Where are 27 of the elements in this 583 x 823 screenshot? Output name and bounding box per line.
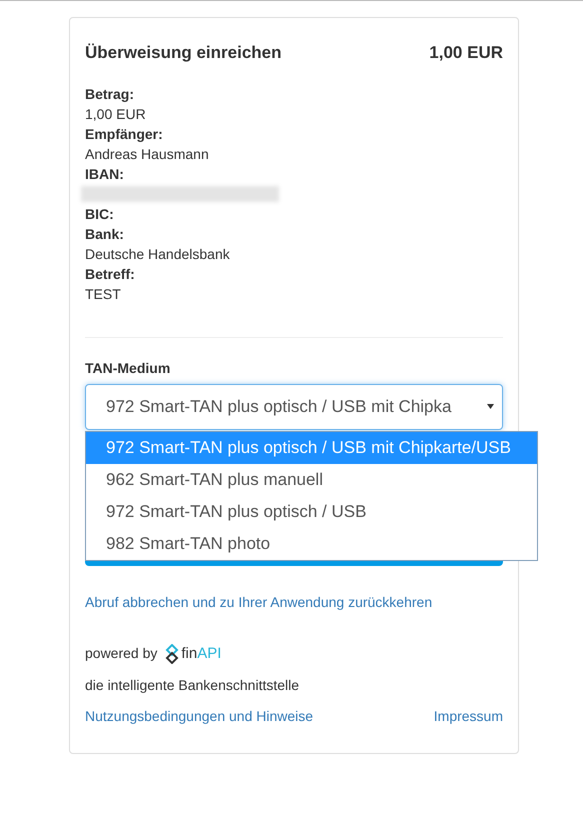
detail-label: BIC: (85, 204, 114, 224)
dropdown-option[interactable]: 962 Smart-TAN plus manuell (86, 464, 537, 496)
detail-value: TEST (85, 284, 121, 304)
tan-medium-select[interactable]: 972 Smart-TAN plus optisch / USB mit Chipka (85, 384, 503, 430)
detail-label: Bank: (85, 224, 124, 244)
detail-label: Empfänger: (85, 124, 163, 144)
page-title: Überweisung einreichen (85, 42, 282, 64)
logo-text: API (197, 644, 222, 664)
cancel-link[interactable]: Abruf abbrechen und zu Ihrer Anwendung zurückkehren (85, 592, 432, 612)
logo-mark-icon (165, 644, 180, 664)
detail-value: Deutsche Handelsbank (85, 244, 230, 264)
total-amount: 1,00 EUR (429, 42, 503, 64)
select-value: 972 Smart-TAN plus optisch / USB mit Chipka (106, 396, 452, 418)
dropdown-option[interactable]: 972 Smart-TAN plus optisch / USB (86, 496, 537, 528)
detail-label: Betreff: (85, 264, 135, 284)
tagline: die intelligente Bankenschnittstelle (85, 676, 300, 695)
detail-label: Betrag: (85, 84, 134, 104)
footer-link[interactable]: Nutzungsbedingungen und Hinweise (85, 706, 314, 727)
dropdown-option[interactable]: 982 Smart-TAN photo (86, 528, 537, 560)
caret-icon (487, 404, 494, 409)
powered-by-text: powered by (85, 644, 158, 664)
logo-text: fin (181, 644, 198, 664)
detail-label: IBAN: (85, 164, 124, 184)
field-label: TAN-Medium (85, 358, 170, 378)
footer-link[interactable]: Impressum (434, 706, 503, 727)
detail-value: 1,00 EUR (85, 104, 146, 124)
detail-value: Andreas Hausmann (85, 144, 209, 164)
